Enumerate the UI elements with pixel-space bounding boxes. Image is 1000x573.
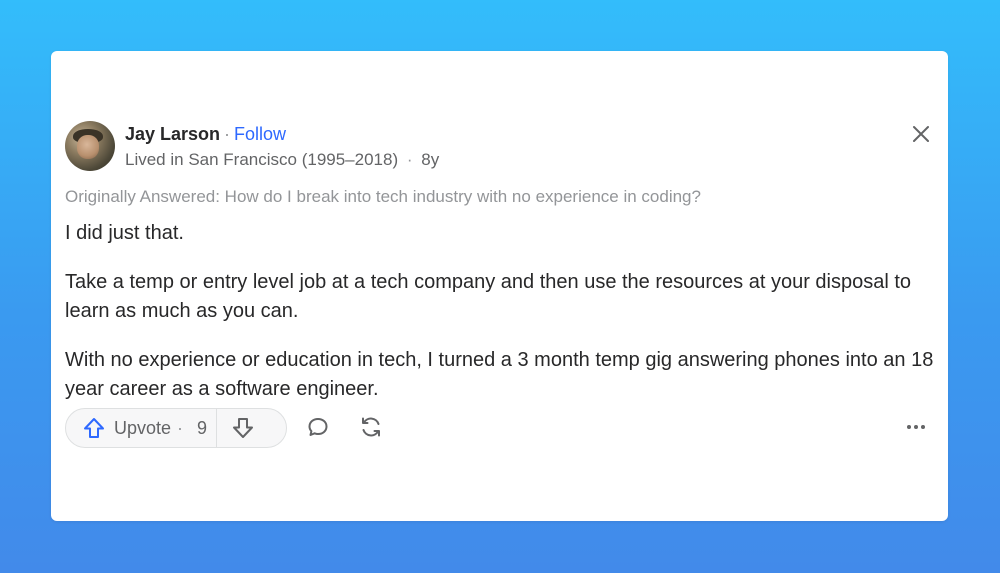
arrow-down-icon xyxy=(233,418,253,438)
follow-button[interactable]: Follow xyxy=(234,124,286,144)
author-name[interactable]: Jay Larson xyxy=(125,124,220,144)
author-credential-line: Lived in San Francisco (1995–2018) · 8y xyxy=(125,149,439,171)
upvote-button[interactable]: Upvote · 9 xyxy=(66,409,216,447)
answer-card: Jay Larson · Follow Lived in San Francisco… xyxy=(51,51,948,521)
upvote-separator: · xyxy=(177,417,184,438)
avatar[interactable] xyxy=(65,121,115,171)
close-button[interactable] xyxy=(910,123,932,145)
downvote-button[interactable] xyxy=(217,409,269,447)
meta-separator-dot: · xyxy=(406,150,413,169)
author-line: Jay Larson · Follow xyxy=(125,123,286,145)
answer-paragraph: With no experience or education in tech,… xyxy=(65,349,934,400)
comment-icon xyxy=(308,418,328,436)
upvote-label: Upvote xyxy=(114,417,172,438)
upvote-count: 9 xyxy=(197,417,208,438)
answer-body: I did just that. Take a temp or entry le… xyxy=(65,219,945,424)
arrow-up-icon xyxy=(84,418,104,438)
comment-button[interactable] xyxy=(299,408,337,446)
answer-age[interactable]: 8y xyxy=(421,150,439,169)
share-button[interactable] xyxy=(352,408,390,446)
more-icon xyxy=(907,425,925,429)
reshare-icon xyxy=(362,417,380,437)
answer-paragraph: I did just that. xyxy=(65,222,184,244)
action-bar: Upvote · 9 xyxy=(65,408,935,448)
author-credential[interactable]: Lived in San Francisco (1995–2018) xyxy=(125,150,398,169)
separator-dot: · xyxy=(224,124,231,144)
originally-answered[interactable]: Originally Answered: How do I break into… xyxy=(65,186,701,208)
more-button[interactable] xyxy=(897,408,935,446)
answer-paragraph: Take a temp or entry level job at a tech… xyxy=(65,271,912,322)
vote-pill: Upvote · 9 xyxy=(65,408,287,448)
close-icon xyxy=(913,126,929,142)
